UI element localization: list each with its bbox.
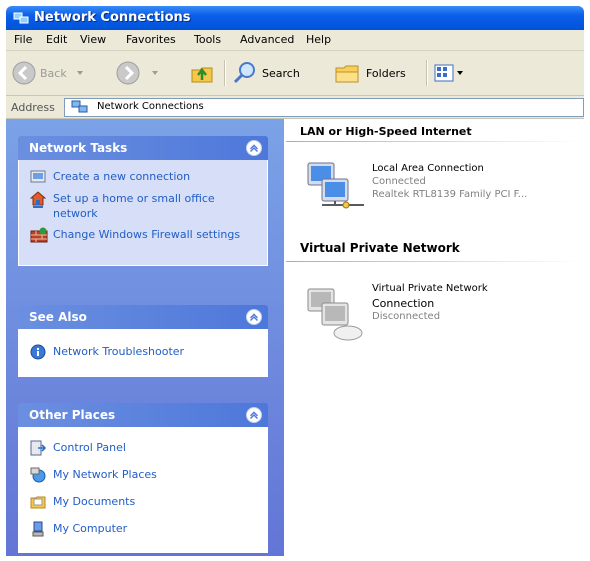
toolbar-separator — [426, 60, 428, 86]
search-label: Search — [262, 66, 300, 80]
network-connections-icon — [71, 100, 88, 113]
other-places-panel: Other Places Control Panel My Network Pl… — [18, 403, 268, 553]
task-home-network-label: Set up a home or small office network — [53, 192, 215, 220]
task-firewall-settings-label: Change Windows Firewall settings — [53, 228, 241, 241]
menu-bar: File Edit View Favorites Tools Advanced … — [6, 30, 584, 51]
place-control-panel-label: Control Panel — [53, 441, 126, 454]
views-button[interactable] — [434, 58, 464, 88]
control-panel-icon — [30, 440, 46, 456]
task-network-troubleshooter-label: Network Troubleshooter — [53, 345, 185, 358]
task-network-troubleshooter[interactable]: Network Troubleshooter — [19, 335, 267, 363]
lan-connection-status: Connected — [372, 176, 426, 187]
lan-group-header: LAN or High-Speed Internet — [300, 125, 472, 138]
folders-icon — [335, 65, 359, 83]
network-tasks-panel: Network Tasks Create a new connection Se… — [18, 136, 268, 266]
local-area-connection[interactable]: Local Area Connection Connected Realtek … — [302, 155, 572, 219]
folders-label: Folders — [366, 66, 406, 80]
see-also-header[interactable]: See Also — [18, 305, 268, 329]
menu-tools[interactable]: Tools — [194, 33, 221, 46]
vpn-connection-icon — [307, 288, 363, 341]
vpn-connection-name-line2: Connection — [372, 297, 435, 310]
up-folder-button[interactable] — [190, 58, 216, 88]
title-bar[interactable]: Network Connections — [6, 6, 584, 30]
connections-list: LAN or High-Speed Internet Local Area Co… — [284, 119, 584, 556]
address-value: Network Connections — [97, 101, 204, 112]
menu-advanced[interactable]: Advanced — [240, 33, 294, 46]
folders-button[interactable]: Folders — [334, 58, 406, 88]
vpn-connection[interactable]: Virtual Private Network Connection Disco… — [302, 281, 572, 345]
forward-button[interactable] — [116, 58, 160, 88]
menu-file[interactable]: File — [14, 33, 32, 46]
task-create-connection[interactable]: Create a new connection — [19, 166, 267, 188]
see-also-panel: See Also Network Troubleshooter — [18, 305, 268, 377]
toolbar: Back Search Folders — [6, 51, 584, 96]
group-divider — [286, 261, 582, 262]
collapse-chevron-icon[interactable] — [246, 309, 262, 325]
other-places-body: Control Panel My Network Places My Docum… — [18, 427, 268, 553]
search-button[interactable]: Search — [232, 58, 300, 88]
home-network-icon — [30, 191, 46, 208]
forward-arrow-icon — [116, 61, 140, 85]
search-icon — [233, 62, 255, 84]
group-divider — [286, 141, 582, 142]
lan-connection-device: Realtek RTL8139 Family PCI F... — [372, 189, 528, 200]
place-network-places[interactable]: My Network Places — [19, 464, 267, 486]
address-field[interactable]: Network Connections — [64, 98, 584, 117]
menu-help[interactable]: Help — [306, 33, 331, 46]
place-my-documents[interactable]: My Documents — [19, 491, 267, 513]
views-icon — [434, 64, 454, 82]
task-pane: Network Tasks Create a new connection Se… — [6, 119, 284, 556]
menu-view[interactable]: View — [80, 33, 106, 46]
computer-icon — [32, 521, 44, 537]
lan-connection-icon — [307, 162, 364, 209]
collapse-chevron-icon[interactable] — [246, 140, 262, 156]
vpn-connection-status: Disconnected — [372, 311, 441, 322]
see-also-title: See Also — [29, 310, 87, 324]
network-places-icon — [30, 467, 46, 483]
network-tasks-body: Create a new connection Set up a home or… — [18, 160, 268, 266]
task-home-network[interactable]: Set up a home or small office network — [19, 188, 267, 224]
back-button[interactable]: Back — [12, 58, 85, 88]
vpn-connection-name-line1: Virtual Private Network — [372, 283, 488, 294]
address-label: Address — [11, 101, 55, 114]
documents-folder-icon — [30, 496, 46, 509]
back-dropdown-icon[interactable] — [75, 68, 85, 78]
network-connections-icon — [13, 12, 29, 24]
place-my-computer-label: My Computer — [53, 522, 128, 535]
address-bar: Address Network Connections — [6, 96, 584, 119]
info-icon — [30, 344, 46, 360]
new-connection-icon — [30, 170, 46, 183]
network-tasks-title: Network Tasks — [29, 141, 128, 155]
up-folder-icon — [191, 67, 213, 83]
firewall-icon — [30, 227, 48, 243]
back-arrow-icon — [12, 61, 36, 85]
menu-favorites[interactable]: Favorites — [126, 33, 176, 46]
place-network-places-label: My Network Places — [53, 468, 157, 481]
lan-connection-name: Local Area Connection — [372, 163, 484, 174]
back-label: Back — [40, 66, 67, 80]
window-title: Network Connections — [34, 10, 191, 25]
explorer-window: Network Connections File Edit View Favor… — [6, 6, 584, 556]
task-create-connection-label: Create a new connection — [53, 170, 191, 183]
forward-dropdown-icon[interactable] — [150, 68, 160, 78]
other-places-title: Other Places — [29, 408, 116, 422]
other-places-header[interactable]: Other Places — [18, 403, 268, 427]
menu-edit[interactable]: Edit — [46, 33, 67, 46]
views-dropdown-icon[interactable] — [456, 68, 464, 78]
place-control-panel[interactable]: Control Panel — [19, 437, 267, 459]
network-tasks-header[interactable]: Network Tasks — [18, 136, 268, 160]
task-firewall-settings[interactable]: Change Windows Firewall settings — [19, 224, 267, 246]
see-also-body: Network Troubleshooter — [18, 329, 268, 377]
toolbar-separator — [224, 60, 226, 86]
vpn-group-header: Virtual Private Network — [300, 241, 460, 255]
place-my-documents-label: My Documents — [53, 495, 136, 508]
collapse-chevron-icon[interactable] — [246, 407, 262, 423]
place-my-computer[interactable]: My Computer — [19, 518, 267, 540]
